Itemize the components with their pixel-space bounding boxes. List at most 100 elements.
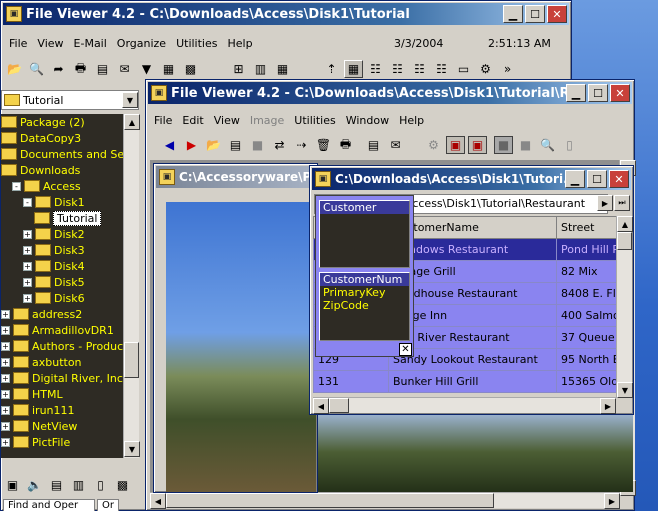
database-title-bar[interactable]: ▣ C:\Downloads\Access\Disk1\Tutori... ▁ … bbox=[312, 168, 631, 190]
maximize-button[interactable]: ☐ bbox=[587, 170, 607, 188]
menu-item-file[interactable]: File bbox=[149, 114, 177, 127]
tree-item[interactable]: + Disk4 bbox=[23, 258, 85, 274]
scroll-right-arrow[interactable]: ▶ bbox=[604, 493, 620, 509]
expander-icon[interactable]: - bbox=[23, 197, 32, 207]
details-view-icon[interactable]: ▦ bbox=[344, 60, 363, 78]
expander-icon[interactable]: + bbox=[1, 373, 10, 383]
expander-icon[interactable]: + bbox=[23, 229, 32, 239]
scroll-up-arrow[interactable]: ▲ bbox=[617, 216, 633, 232]
list-view-icon[interactable]: ☷ bbox=[366, 60, 385, 78]
tree-item[interactable]: + axbutton bbox=[1, 354, 82, 370]
tree-item[interactable]: + Disk6 bbox=[23, 290, 85, 306]
folder-arrow-icon[interactable]: ➦ bbox=[49, 60, 68, 78]
expander-icon[interactable]: + bbox=[1, 325, 10, 335]
viewer-horizontal-scrollbar[interactable]: ◀ ▶ bbox=[150, 492, 620, 509]
forward-arrow-icon[interactable]: ▶ bbox=[182, 136, 201, 154]
close-icon[interactable]: ✕ bbox=[399, 343, 412, 356]
scroll-thumb[interactable] bbox=[166, 493, 494, 508]
page-icon[interactable]: ▯ bbox=[560, 136, 579, 154]
expander-icon[interactable]: + bbox=[23, 293, 32, 303]
list-view-icon-2[interactable]: ☷ bbox=[388, 60, 407, 78]
scroll-down-arrow[interactable]: ▼ bbox=[617, 382, 633, 398]
close-button[interactable]: ✕ bbox=[610, 84, 630, 102]
list-view-icon-4[interactable]: ☷ bbox=[432, 60, 451, 78]
open-icon[interactable]: 📂 bbox=[5, 60, 24, 78]
filter-icon[interactable]: ▼ bbox=[137, 60, 156, 78]
package-icon[interactable]: ▩ bbox=[113, 476, 132, 494]
scroll-thumb[interactable] bbox=[124, 342, 139, 378]
tree-item[interactable]: Tutorial bbox=[34, 210, 102, 226]
table-cell[interactable]: 8408 E. Fle bbox=[556, 282, 617, 305]
expander-icon[interactable]: + bbox=[23, 277, 32, 287]
expander-icon[interactable]: + bbox=[1, 389, 10, 399]
table-cell[interactable]: 82 Mix bbox=[556, 260, 617, 283]
up-folder-icon[interactable]: ⇡ bbox=[322, 60, 341, 78]
grid-horizontal-scrollbar[interactable]: ◀ ▶ bbox=[313, 397, 616, 414]
chevron-down-icon[interactable]: ▼ bbox=[122, 92, 138, 108]
bottom-tab[interactable]: Or bbox=[97, 499, 119, 511]
scroll-right-arrow[interactable]: ▶ bbox=[600, 398, 616, 414]
gear-icon[interactable]: ⚙ bbox=[424, 136, 443, 154]
stack-icon[interactable]: ▤ bbox=[226, 136, 245, 154]
bottom-tab[interactable]: Find and Oper bbox=[3, 499, 95, 511]
menu-item-window[interactable]: Window bbox=[341, 114, 394, 127]
trash-icon[interactable]: 🗑 bbox=[314, 136, 333, 154]
list-item[interactable]: Customer bbox=[320, 201, 409, 214]
minimize-button[interactable]: ▁ bbox=[566, 84, 586, 102]
tree-item[interactable]: + Disk3 bbox=[23, 242, 85, 258]
expander-icon[interactable]: + bbox=[23, 261, 32, 271]
scroll-down-arrow[interactable]: ▼ bbox=[124, 441, 140, 457]
menu-item-view[interactable]: View bbox=[32, 37, 68, 50]
scanner-icon[interactable]: ▤ bbox=[93, 60, 112, 78]
menu-item-edit[interactable]: Edit bbox=[177, 114, 208, 127]
tree-item[interactable]: Downloads bbox=[1, 162, 80, 178]
scroll-thumb[interactable] bbox=[329, 398, 349, 413]
list-view-icon-3[interactable]: ☷ bbox=[410, 60, 429, 78]
move-icon[interactable]: ⇢ bbox=[292, 136, 311, 154]
table-cell[interactable]: Pond Hill Ro bbox=[556, 238, 617, 261]
table-cell[interactable]: 400 Salmon bbox=[556, 304, 617, 327]
blank-icon[interactable]: ■ bbox=[248, 136, 267, 154]
thumbnail-icon[interactable]: ▭ bbox=[454, 60, 473, 78]
gray-box-icon-2[interactable]: ■ bbox=[516, 136, 535, 154]
page-icon[interactable]: ▯ bbox=[91, 476, 110, 494]
expander-icon[interactable]: + bbox=[1, 357, 10, 367]
more-chevron-icon[interactable]: » bbox=[498, 60, 517, 78]
gray-box-icon[interactable]: ■ bbox=[494, 136, 513, 154]
table-cell[interactable]: 37 Queue H bbox=[556, 326, 617, 349]
menu-item-organize[interactable]: Organize bbox=[112, 37, 171, 50]
grid-vertical-scrollbar[interactable]: ▲ ▼ bbox=[616, 216, 633, 398]
search-icon[interactable]: 🔍 bbox=[27, 60, 46, 78]
tree-item[interactable]: - Access bbox=[12, 178, 81, 194]
viewer-title-bar[interactable]: ▣ File Viewer 4.2 - C:\Downloads\Access\… bbox=[148, 82, 632, 104]
list-item[interactable]: ZipCode bbox=[320, 299, 409, 312]
maximize-button[interactable]: ☐ bbox=[525, 5, 545, 23]
tree-item[interactable]: + address2 bbox=[1, 306, 82, 322]
settings-icon[interactable]: ⚙ bbox=[476, 60, 495, 78]
tree-item[interactable]: DataCopy3 bbox=[1, 130, 81, 146]
table-icon[interactable]: ▦ bbox=[273, 60, 292, 78]
back-arrow-icon[interactable]: ◀ bbox=[160, 136, 179, 154]
list-item[interactable]: PrimaryKey bbox=[320, 286, 409, 299]
mail-icon[interactable]: ✉ bbox=[115, 60, 134, 78]
video-icon[interactable]: ▥ bbox=[69, 476, 88, 494]
menu-item-utilities[interactable]: Utilities bbox=[289, 114, 340, 127]
tree-item[interactable]: + Disk2 bbox=[23, 226, 85, 242]
record-icon[interactable]: ▣ bbox=[446, 136, 465, 154]
scroll-up-arrow[interactable]: ▲ bbox=[124, 114, 140, 130]
tree-item[interactable]: Package (2) bbox=[1, 114, 85, 130]
expander-icon[interactable]: - bbox=[12, 181, 21, 191]
tree-item[interactable]: + Disk5 bbox=[23, 274, 85, 290]
tree-scrollbar[interactable]: ▲ ▼ bbox=[123, 114, 140, 458]
menu-item-help[interactable]: Help bbox=[394, 114, 429, 127]
table-cell[interactable]: 131 bbox=[313, 370, 389, 393]
close-button[interactable]: ✕ bbox=[547, 5, 567, 23]
list-item[interactable]: CustomerNum bbox=[320, 273, 409, 286]
tree-view-icon[interactable]: ⊞ bbox=[229, 60, 248, 78]
tree-item[interactable]: + HTML bbox=[1, 386, 63, 402]
image-child-title-bar[interactable]: ▣ C:\Accessoryware\P bbox=[156, 166, 315, 188]
tree-item[interactable]: - Disk1 bbox=[23, 194, 85, 210]
table-cell[interactable]: 95 North Ba bbox=[556, 348, 617, 371]
swap-icon[interactable]: ⇄ bbox=[270, 136, 289, 154]
grid-icon[interactable]: ▦ bbox=[159, 60, 178, 78]
